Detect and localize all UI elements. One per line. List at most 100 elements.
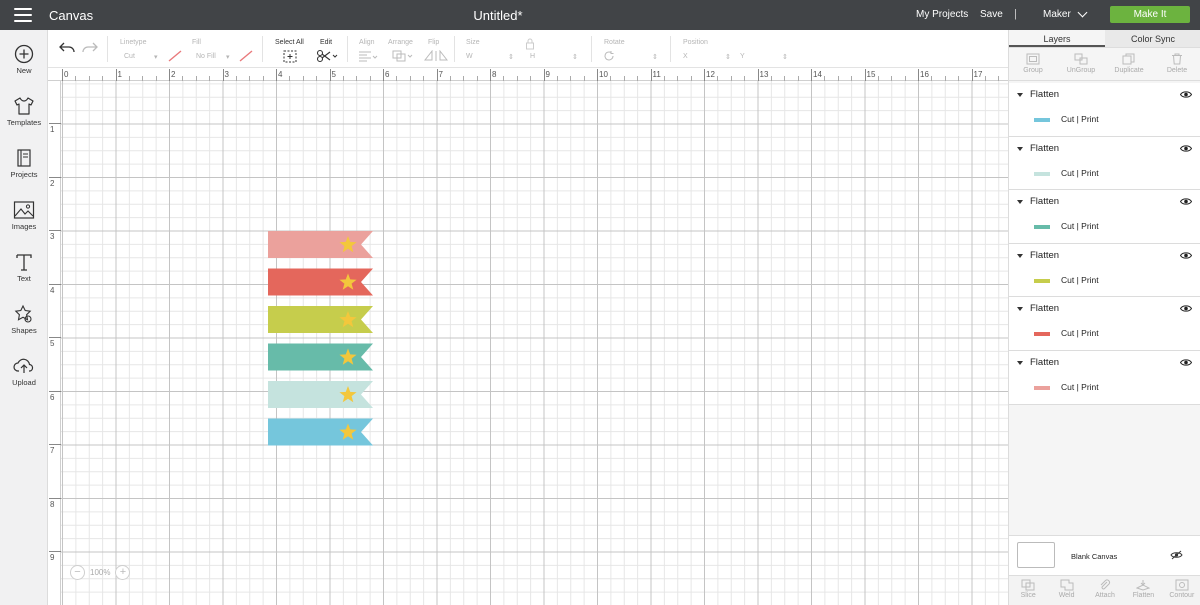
fill-color-swatch[interactable]	[239, 50, 253, 62]
eye-icon[interactable]	[1180, 144, 1192, 153]
ruler-tick	[597, 69, 598, 81]
ruler-tick	[490, 69, 491, 81]
trash-icon	[1172, 53, 1182, 65]
linetype-select[interactable]: Cut	[124, 53, 135, 60]
save-button[interactable]: Save	[980, 9, 1003, 20]
blank-canvas-row[interactable]: Blank Canvas	[1009, 535, 1200, 575]
eye-icon[interactable]	[1180, 197, 1192, 206]
blank-canvas-swatch[interactable]	[1017, 542, 1055, 568]
ruler-tick	[49, 176, 61, 178]
toolbar-separator	[347, 36, 348, 62]
tab-layers[interactable]: Layers	[1009, 30, 1105, 47]
flag-banner[interactable]	[268, 381, 373, 408]
caret-down-icon[interactable]	[1017, 307, 1023, 312]
eye-slash-icon[interactable]	[1170, 550, 1183, 560]
layer-color-swatch[interactable]	[1034, 118, 1050, 122]
layer-operation: Cut | Print	[1061, 328, 1099, 339]
sidebar-item-upload[interactable]: Upload	[0, 356, 48, 404]
flag-banner[interactable]	[268, 268, 373, 296]
layer-color-swatch[interactable]	[1034, 225, 1050, 230]
machine-select[interactable]: Maker	[1043, 7, 1088, 20]
attach-button[interactable]: Attach	[1086, 576, 1124, 605]
duplicate-button[interactable]: Duplicate	[1105, 49, 1153, 80]
caret-down-icon[interactable]	[1017, 360, 1023, 365]
layer-operation: Cut | Print	[1061, 381, 1099, 392]
caret-down-icon[interactable]	[1017, 93, 1023, 97]
weld-button[interactable]: Weld	[1047, 576, 1085, 605]
flatten-button[interactable]: Flatten	[1124, 576, 1162, 605]
document-title[interactable]: Untitled*	[0, 8, 996, 23]
layer-color-swatch[interactable]	[1034, 332, 1050, 337]
design-canvas[interactable]: − 100% +	[61, 81, 1008, 605]
rotate-stepper[interactable]: ⇕	[652, 53, 658, 61]
group-button[interactable]: Group	[1009, 49, 1057, 80]
group-label: Group	[1023, 67, 1043, 74]
slice-button[interactable]: Slice	[1009, 576, 1047, 605]
sidebar-item-projects[interactable]: Projects	[0, 148, 48, 196]
eye-icon[interactable]	[1180, 304, 1192, 313]
flag-banner[interactable]	[268, 306, 373, 333]
flag-banner[interactable]	[268, 418, 373, 446]
layer-color-swatch[interactable]	[1034, 171, 1050, 176]
ruler-tick-label: 9	[545, 70, 550, 79]
flag-banner[interactable]	[268, 231, 373, 258]
layer-color-swatch[interactable]	[1034, 385, 1050, 390]
layer-item[interactable]: Flatten Cut | Print	[1009, 83, 1200, 137]
ruler-tick	[49, 551, 61, 552]
fill-label: Fill	[192, 39, 201, 46]
layer-item[interactable]: Flatten Cut | Print	[1009, 350, 1200, 405]
arrange-icon[interactable]	[392, 50, 414, 62]
undo-icon[interactable]	[59, 42, 75, 54]
my-projects-link[interactable]: My Projects	[916, 9, 968, 20]
size-h-stepper[interactable]: ⇕	[572, 53, 578, 61]
eye-icon[interactable]	[1180, 358, 1192, 367]
scissors-icon[interactable]	[316, 49, 338, 63]
eye-icon[interactable]	[1180, 90, 1192, 99]
layer-item[interactable]: Flatten Cut | Print	[1009, 136, 1200, 191]
layer-list: Flatten Cut | Print Flatten Cut | Print Flat…	[1009, 83, 1200, 405]
flag-banner-group[interactable]	[268, 231, 378, 451]
ruler-tick-label: 13	[759, 70, 769, 79]
arrange-label: Arrange	[388, 39, 413, 46]
layer-name: Flatten	[1030, 142, 1060, 154]
flip-icon[interactable]	[424, 50, 448, 62]
linetype-color-swatch[interactable]	[168, 50, 182, 62]
eye-icon[interactable]	[1180, 251, 1192, 260]
lock-icon[interactable]	[525, 38, 535, 50]
left-sidebar: New Templates Projects Images Text Shape…	[0, 30, 48, 605]
contour-button[interactable]: Contour	[1163, 576, 1200, 605]
zoom-in-button[interactable]: +	[115, 565, 131, 580]
layer-item[interactable]: Flatten Cut | Print	[1009, 190, 1200, 244]
delete-button[interactable]: Delete	[1153, 49, 1200, 80]
sidebar-item-images[interactable]: Images	[0, 200, 48, 248]
ruler-tick-label: 7	[438, 70, 443, 79]
position-x-stepper[interactable]: ⇕	[725, 53, 731, 61]
caret-down-icon[interactable]	[1017, 253, 1023, 258]
zoom-out-button[interactable]: −	[70, 565, 85, 580]
layer-item[interactable]: Flatten Cut | Print	[1009, 243, 1200, 298]
select-all-icon[interactable]	[283, 50, 297, 63]
ruler-tick-label: 10	[599, 70, 608, 79]
make-it-button[interactable]: Make It	[1110, 6, 1190, 23]
fill-select[interactable]: No Fill	[196, 53, 216, 60]
sidebar-item-shapes[interactable]: Shapes	[0, 304, 48, 352]
tab-color-sync[interactable]: Color Sync	[1105, 30, 1200, 47]
ruler-tick	[49, 230, 61, 231]
caret-down-icon[interactable]	[1017, 200, 1023, 205]
caret-down-icon[interactable]	[1017, 146, 1023, 151]
layer-item[interactable]: Flatten Cut | Print	[1009, 297, 1200, 351]
flag-banner[interactable]	[268, 343, 373, 371]
redo-icon[interactable]	[82, 42, 98, 54]
position-y-stepper[interactable]: ⇕	[782, 53, 788, 61]
ruler-tick	[436, 69, 438, 81]
ungroup-button[interactable]: UnGroup	[1057, 49, 1105, 80]
sidebar-item-templates[interactable]: Templates	[0, 96, 48, 144]
layer-color-swatch[interactable]	[1034, 278, 1050, 283]
align-icon[interactable]	[358, 51, 378, 62]
size-w-stepper[interactable]: ⇕	[508, 53, 514, 61]
image-icon	[13, 201, 35, 219]
sidebar-item-text[interactable]: Text	[0, 252, 48, 300]
sidebar-item-new[interactable]: New	[0, 44, 48, 92]
rotate-icon[interactable]	[603, 50, 615, 62]
ruler-tick-label: 14	[813, 70, 822, 79]
